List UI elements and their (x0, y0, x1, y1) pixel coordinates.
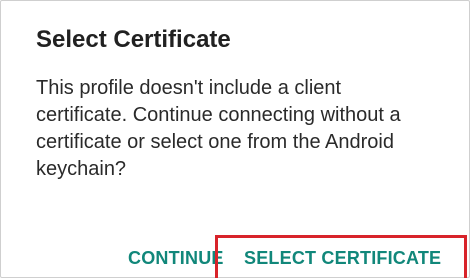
continue-button[interactable]: CONTINUE (128, 247, 224, 269)
select-certificate-button[interactable]: SELECT CERTIFICATE (215, 235, 467, 278)
dialog-message: This profile doesn't include a client ce… (36, 77, 401, 180)
dialog-title: Select Certificate (36, 26, 231, 53)
select-certificate-dialog: Select Certificate This profile doesn't … (0, 0, 470, 278)
